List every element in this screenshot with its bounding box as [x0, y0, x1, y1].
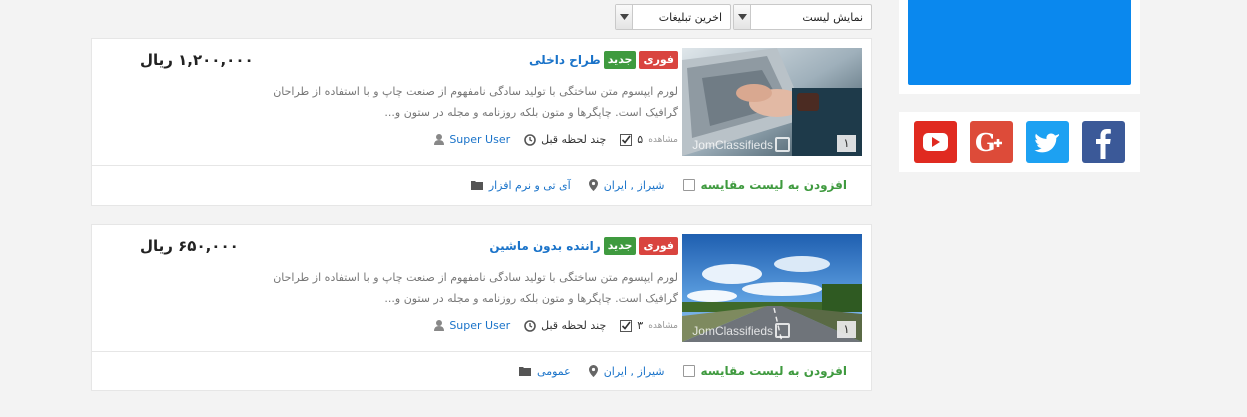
compare-toggle[interactable]: افزودن به لیست مقایسه — [682, 178, 848, 192]
folder-icon — [519, 367, 532, 376]
clock-icon — [524, 133, 536, 146]
listing-thumbnail[interactable]: ۱ JomClassifieds — [682, 48, 862, 156]
watermark-text: JomClassifieds — [692, 137, 773, 152]
listing-footer: عمومی شیراز , ایران افزودن به لیست مقایس… — [92, 351, 871, 391]
compare-label[interactable]: افزودن به لیست مقایسه — [701, 364, 848, 378]
listing-thumbnail[interactable]: ۱ JomClassifieds — [682, 234, 862, 342]
urgent-badge: فوری — [639, 51, 678, 69]
image-count: ۱ — [837, 321, 856, 338]
author: Super User — [434, 319, 510, 332]
view-count: ۵ مشاهده — [620, 133, 678, 146]
compare-toggle[interactable]: افزودن به لیست مقایسه — [682, 364, 848, 378]
category-link[interactable]: آی تی و نرم افزار — [489, 179, 571, 192]
chevron-down-icon — [734, 5, 751, 29]
listing-title[interactable]: طراح داخلی — [529, 53, 601, 67]
display-mode-select-value: نمایش لیست — [802, 11, 863, 24]
posted-time: چند لحظه قبل — [524, 319, 606, 332]
listing-title[interactable]: راننده بدون ماشین — [489, 239, 600, 253]
clock-icon — [524, 319, 536, 332]
watermark: JomClassifieds — [692, 323, 790, 338]
chevron-down-icon — [616, 5, 633, 29]
listing-card: ۱ JomClassifieds راننده بدون ماشین جدید … — [91, 224, 872, 391]
listing-price: ۱,۲۰۰,۰۰۰ ریال — [140, 51, 254, 69]
youtube-icon[interactable] — [914, 121, 957, 163]
author-link[interactable]: Super User — [449, 319, 510, 332]
urgent-badge: فوری — [639, 237, 678, 255]
watermark-logo-icon — [775, 137, 790, 152]
time-text: چند لحظه قبل — [541, 133, 607, 146]
view-count: ۳ مشاهده — [620, 319, 678, 332]
display-mode-select[interactable]: نمایش لیست — [733, 4, 872, 30]
watermark-logo-icon — [775, 323, 790, 338]
views-label: مشاهده — [648, 320, 678, 331]
facebook-icon[interactable] — [1082, 121, 1125, 163]
views-label: مشاهده — [648, 134, 678, 145]
new-badge: جدید — [603, 51, 637, 69]
sidebar-banner[interactable] — [908, 0, 1131, 85]
location: شیراز , ایران — [588, 179, 665, 192]
author: Super User — [434, 133, 510, 146]
map-marker-icon — [588, 365, 598, 377]
location-link[interactable]: شیراز , ایران — [604, 365, 665, 378]
google-plus-icon[interactable]: G — [970, 121, 1013, 163]
views-number: ۳ — [637, 319, 644, 332]
category: آی تی و نرم افزار — [470, 179, 571, 192]
user-icon — [434, 320, 445, 331]
compare-checkbox[interactable] — [682, 179, 695, 191]
posted-time: چند لحظه قبل — [524, 133, 606, 146]
views-number: ۵ — [637, 133, 644, 146]
time-text: چند لحظه قبل — [541, 319, 607, 332]
new-badge: جدید — [603, 237, 637, 255]
compare-label[interactable]: افزودن به لیست مقایسه — [701, 178, 848, 192]
sort-select-value: اخرین تبلیغات — [658, 11, 722, 24]
listing-description: لورم ایپسوم متن ساختگی با تولید سادگی نا… — [273, 271, 678, 305]
image-count: ۱ — [837, 135, 856, 152]
svg-text:G: G — [975, 128, 996, 157]
location-link[interactable]: شیراز , ایران — [604, 179, 665, 192]
map-marker-icon — [588, 179, 598, 191]
category: عمومی — [519, 365, 571, 378]
folder-icon — [470, 181, 483, 190]
category-link[interactable]: عمومی — [537, 365, 571, 378]
author-link[interactable]: Super User — [449, 133, 510, 146]
sort-select[interactable]: اخرین تبلیغات — [615, 4, 731, 30]
listing-title-row: طراح داخلی جدید فوری — [529, 51, 678, 69]
listing-meta: Super User چند لحظه قبل ۳ مشاهده — [420, 319, 678, 332]
checkbox-icon — [620, 133, 633, 146]
user-icon — [434, 134, 445, 145]
twitter-icon[interactable] — [1026, 121, 1069, 163]
location: شیراز , ایران — [588, 365, 665, 378]
watermark: JomClassifieds — [692, 137, 790, 152]
listing-card: ۱ JomClassifieds طراح داخلی جدید فوری ۱,… — [91, 38, 872, 206]
listing-footer: آی تی و نرم افزار شیراز , ایران افزودن ب… — [92, 165, 871, 205]
checkbox-icon — [620, 319, 633, 332]
compare-checkbox[interactable] — [682, 365, 695, 377]
listing-meta: Super User چند لحظه قبل ۵ مشاهده — [420, 133, 678, 146]
listing-description: لورم ایپسوم متن ساختگی با تولید سادگی نا… — [273, 85, 678, 119]
watermark-text: JomClassifieds — [692, 323, 773, 338]
listing-price: ۶۵۰,۰۰۰ ریال — [140, 237, 239, 255]
listing-title-row: راننده بدون ماشین جدید فوری — [489, 237, 678, 255]
